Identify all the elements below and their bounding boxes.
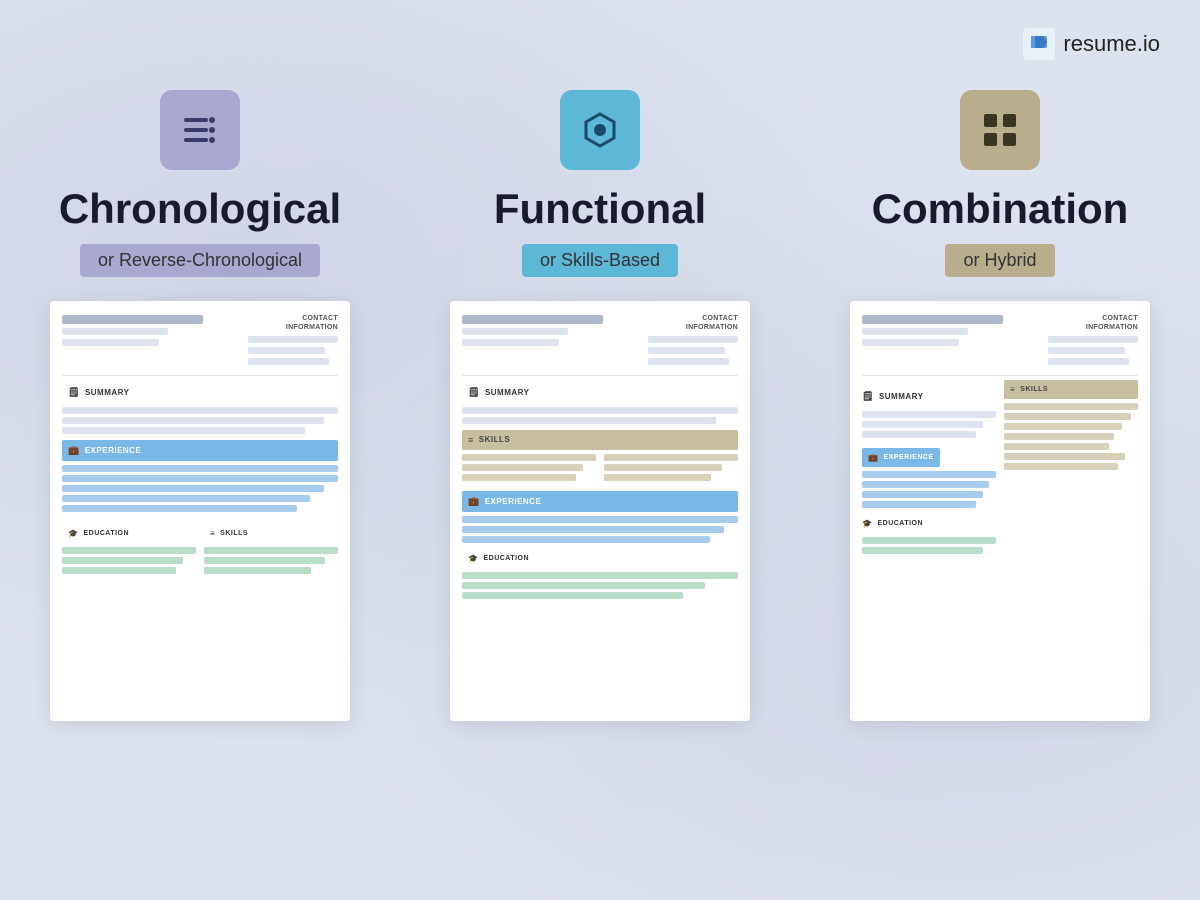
experience-section-3: 💼 EXPERIENCE [862, 448, 940, 467]
combination-subtitle: or Hybrid [945, 244, 1054, 277]
chronological-subtitle: or Reverse-Chronological [80, 244, 320, 277]
education-section-3: 🎓 EDUCATION [862, 514, 996, 533]
column-chronological: Chronological or Reverse-Chronological C… [0, 90, 400, 721]
combination-icon-wrapper [960, 90, 1040, 170]
summary-section-1: 🗒 SUMMARY [62, 382, 338, 403]
list-icon [178, 108, 222, 152]
combination-title: Combination [872, 186, 1129, 232]
summary-section-2: 🗒 SUMMARY [462, 382, 738, 403]
grid-icon [978, 108, 1022, 152]
chronological-icon-wrapper [160, 90, 240, 170]
functional-resume-card: CONTACTINFORMATION 🗒 SUMMARY ≡ SKILLS [450, 301, 750, 721]
chronological-resume-card: CONTACTINFORMATION 🗒 SUMMARY 💼 [50, 301, 350, 721]
summary-section-3: 🗒 SUMMARY [862, 386, 996, 407]
education-section-2: 🎓 EDUCATION [462, 549, 738, 568]
functional-title: Functional [494, 186, 706, 232]
skills-section-3: ≡ SKILLS [1004, 380, 1138, 399]
column-functional: Functional or Skills-Based CONTACTINFORM… [400, 90, 800, 721]
functional-subtitle: or Skills-Based [522, 244, 678, 277]
hexagon-icon [578, 108, 622, 152]
experience-section-1: 💼 EXPERIENCE [62, 440, 338, 461]
functional-icon-wrapper [560, 90, 640, 170]
contact-info-label-1: CONTACTINFORMATION [248, 315, 338, 332]
contact-info-label-3: CONTACTINFORMATION [1048, 315, 1138, 332]
main-container: Chronological or Reverse-Chronological C… [0, 0, 1200, 900]
contact-info-label-2: CONTACTINFORMATION [648, 315, 738, 332]
column-combination: Combination or Hybrid CONTACTINFORMATION [800, 90, 1200, 721]
skills-section-2: ≡ SKILLS [462, 430, 738, 450]
chronological-title: Chronological [59, 186, 341, 232]
combination-resume-card: CONTACTINFORMATION 🗒 SUMMARY [850, 301, 1150, 721]
experience-section-2: 💼 EXPERIENCE [462, 491, 738, 512]
education-section-1: 🎓 EDUCATION [62, 524, 196, 543]
skills-section-1: ≡ SKILLS [204, 524, 338, 543]
